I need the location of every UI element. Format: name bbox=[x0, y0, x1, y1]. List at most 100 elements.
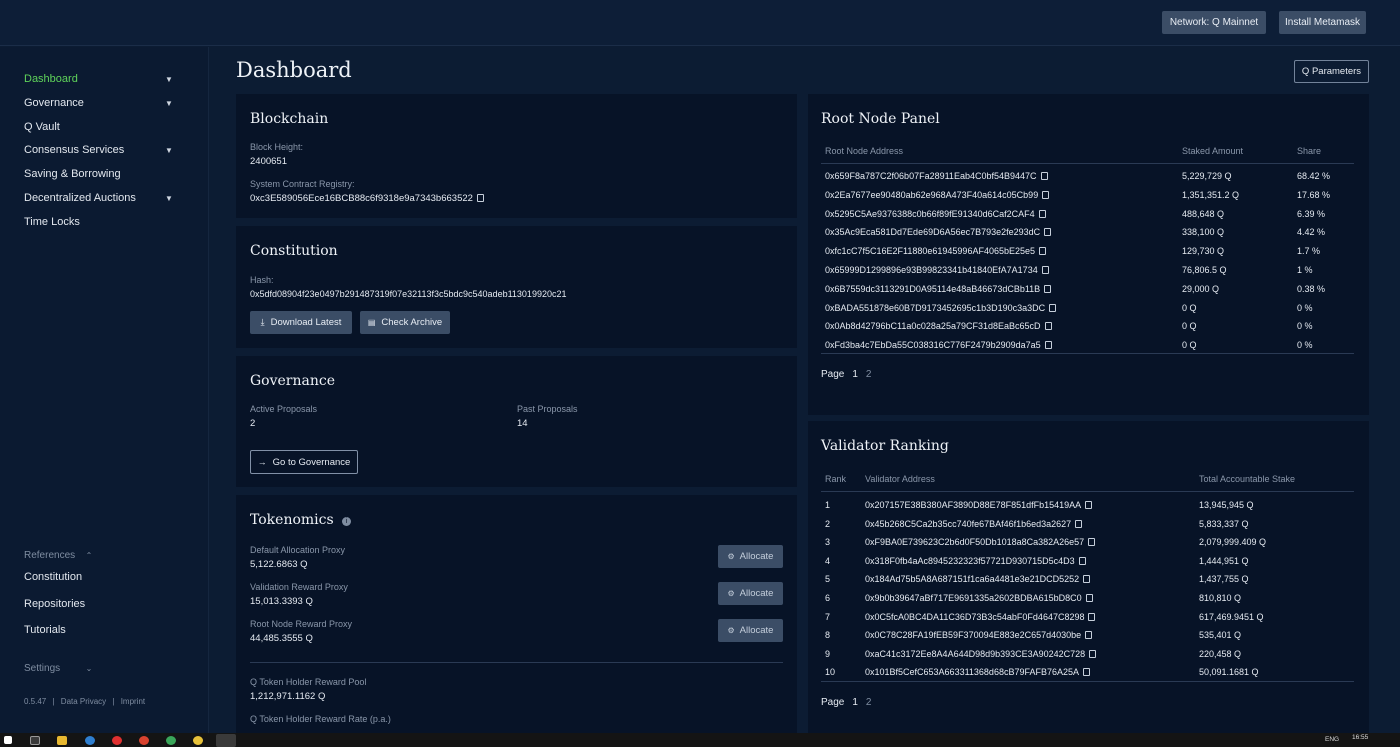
root-node-address: 0x0Ab8d42796bC11a0c028a25a79CF31d8EaBc65… bbox=[825, 321, 1052, 331]
reference-link-tutorials[interactable]: Tutorials bbox=[24, 624, 174, 636]
registry-value: 0xc3E589056Ece16BCB88c6f9318e9a7343b6635… bbox=[250, 193, 484, 204]
page-1-link[interactable]: 1 bbox=[852, 697, 858, 708]
page-label: Page bbox=[821, 697, 845, 708]
tokenomics-card: Tokenomics i Default Allocation Proxy 5,… bbox=[236, 495, 797, 733]
validator-rank-text: 2 bbox=[825, 518, 831, 529]
language-indicator[interactable]: ENG bbox=[1325, 736, 1339, 743]
copy-icon[interactable] bbox=[1089, 649, 1097, 658]
validator-address: 0x318F0fb4aAc8945232323f57721D930715D5c4… bbox=[865, 556, 1086, 566]
sidebar-item-consensus-services[interactable]: Consensus Services ▼ bbox=[24, 144, 174, 156]
browser-icon[interactable] bbox=[85, 736, 95, 745]
column-header: Share bbox=[1297, 146, 1322, 156]
copy-icon[interactable] bbox=[1044, 228, 1052, 237]
top-bar: Network: Q Mainnet Install Metamask bbox=[0, 0, 1400, 46]
proxy-value: 44,485.3555 Q bbox=[250, 633, 313, 644]
governance-title: Governance bbox=[250, 373, 336, 389]
copy-icon[interactable] bbox=[1085, 631, 1093, 640]
copy-icon[interactable] bbox=[1083, 668, 1090, 677]
validator-address-text: 0x0C5fcA0BC4DA11C36D73B3c54abF0Fd4647C82… bbox=[865, 611, 1085, 622]
root-node-address: 0x65999D1299896e93B99823341b41840EfA7A17… bbox=[825, 265, 1049, 275]
root-node-address: 0x35Ac9Eca581Dd7Ede69D6A56ec7B793e2fe293… bbox=[825, 227, 1052, 237]
allocate-button[interactable]: ⚙ Allocate bbox=[718, 619, 783, 642]
copy-icon[interactable] bbox=[1044, 341, 1052, 350]
allocate-label: Allocate bbox=[739, 625, 774, 636]
copy-icon[interactable] bbox=[1038, 209, 1046, 218]
chrome-icon[interactable] bbox=[139, 736, 149, 745]
column-header: Root Node Address bbox=[825, 146, 904, 156]
reference-link-constitution[interactable]: Constitution bbox=[24, 571, 174, 583]
staked-amount: 338,100 Q bbox=[1182, 227, 1224, 237]
copy-icon[interactable] bbox=[1040, 172, 1048, 180]
copy-icon[interactable] bbox=[1039, 247, 1046, 256]
copy-icon[interactable] bbox=[1044, 284, 1052, 293]
chrome-icon[interactable] bbox=[193, 736, 203, 745]
validator-stake: 2,079,999.409 Q bbox=[1199, 537, 1266, 547]
share-value-text: 0 % bbox=[1297, 302, 1313, 313]
root-node-address-text: 0xfc1cC7f5C16E2F11880e61945996AF4065bE25… bbox=[825, 246, 1035, 257]
copy-icon[interactable] bbox=[1085, 501, 1093, 509]
check-archive-button[interactable]: ▤ Check Archive bbox=[360, 311, 450, 334]
validator-rank: 9 bbox=[825, 649, 830, 659]
clock[interactable]: 16:55 bbox=[1352, 734, 1368, 741]
info-icon[interactable]: i bbox=[342, 517, 352, 526]
past-proposals-value: 14 bbox=[517, 418, 528, 429]
page-2-link[interactable]: 2 bbox=[866, 369, 872, 380]
proxy-value: 15,013.3393 Q bbox=[250, 596, 313, 607]
copy-icon[interactable] bbox=[1075, 519, 1083, 528]
staked-amount: 0 Q bbox=[1182, 303, 1197, 313]
sidebar-item-q-vault[interactable]: Q Vault bbox=[24, 121, 174, 133]
sidebar-item-saving-borrowing[interactable]: Saving & Borrowing bbox=[24, 168, 174, 180]
copy-icon[interactable] bbox=[476, 194, 484, 202]
copy-icon[interactable] bbox=[1042, 190, 1050, 199]
validator-stake: 617,469.9451 Q bbox=[1199, 612, 1264, 622]
sidebar-item-label: Consensus Services bbox=[24, 144, 125, 156]
chrome-icon[interactable] bbox=[166, 736, 176, 745]
allocate-button[interactable]: ⚙ Allocate bbox=[718, 582, 783, 605]
validator-stake-text: 1,437,755 Q bbox=[1199, 574, 1249, 585]
chrome-active-icon[interactable] bbox=[216, 734, 236, 747]
copy-icon[interactable] bbox=[1041, 266, 1049, 274]
share-value: 68.42 % bbox=[1297, 171, 1330, 181]
sidebar-item-decentralized-auctions[interactable]: Decentralized Auctions ▼ bbox=[24, 192, 174, 204]
imprint-link[interactable]: Imprint bbox=[121, 697, 145, 706]
validator-rank: 3 bbox=[825, 537, 830, 547]
tokenomics-title-text: Tokenomics bbox=[250, 512, 334, 528]
folder-icon[interactable] bbox=[57, 736, 67, 745]
copy-icon[interactable] bbox=[1044, 322, 1052, 331]
copy-icon[interactable] bbox=[1085, 594, 1093, 602]
install-metamask-button[interactable]: Install Metamask bbox=[1279, 11, 1366, 34]
validator-address: 0x9b0b39647aBf717E9691335a2602BDBA615bD8… bbox=[865, 593, 1093, 603]
page-title: Dashboard bbox=[236, 58, 352, 82]
share-value-text: 6.39 % bbox=[1297, 208, 1326, 219]
network-button[interactable]: Network: Q Mainnet bbox=[1162, 11, 1266, 34]
copy-icon[interactable] bbox=[1083, 575, 1091, 584]
staked-amount: 0 Q bbox=[1182, 321, 1197, 331]
settings-toggle[interactable]: Settings ⌄ bbox=[24, 663, 94, 674]
page-1-link[interactable]: 1 bbox=[852, 369, 858, 380]
allocate-button[interactable]: ⚙ Allocate bbox=[718, 545, 783, 568]
download-latest-button[interactable]: ⤓ Download Latest bbox=[250, 311, 352, 334]
references-toggle[interactable]: References ⌃ bbox=[24, 550, 94, 561]
copy-icon[interactable] bbox=[1088, 612, 1096, 621]
root-node-address-text: 0x5295C5Ae9376388c0b66f89fE91340d6Caf2CA… bbox=[825, 208, 1035, 219]
staked-amount-text: 0 Q bbox=[1182, 302, 1197, 313]
reference-link-repositories[interactable]: Repositories bbox=[24, 598, 174, 610]
root-node-address-text: 0x6B7559dc3113291D0A95114e48aB46673dCBb1… bbox=[825, 283, 1041, 294]
copy-icon[interactable] bbox=[1049, 303, 1057, 312]
sidebar-item-label: Governance bbox=[24, 97, 84, 109]
sidebar-item-time-locks[interactable]: Time Locks bbox=[24, 216, 174, 228]
validator-rank-text: 4 bbox=[825, 555, 831, 566]
copy-icon[interactable] bbox=[1088, 538, 1096, 547]
go-to-governance-button[interactable]: → Go to Governance bbox=[250, 450, 358, 474]
page-2-link[interactable]: 2 bbox=[866, 697, 872, 708]
sidebar-item-dashboard[interactable]: Dashboard ▼ bbox=[24, 73, 174, 85]
terminal-icon[interactable] bbox=[30, 736, 40, 745]
root-node-address-text: 0x2Ea7677ee90480ab62e968A473F40a614c05Cb… bbox=[825, 189, 1039, 200]
windows-start-icon[interactable] bbox=[4, 736, 12, 744]
sidebar-item-governance[interactable]: Governance ▼ bbox=[24, 97, 174, 109]
media-icon[interactable] bbox=[112, 736, 122, 745]
validator-rank: 8 bbox=[825, 630, 830, 640]
privacy-link[interactable]: Data Privacy bbox=[61, 697, 106, 706]
copy-icon[interactable] bbox=[1078, 556, 1086, 565]
q-parameters-button[interactable]: Q Parameters bbox=[1294, 60, 1369, 83]
